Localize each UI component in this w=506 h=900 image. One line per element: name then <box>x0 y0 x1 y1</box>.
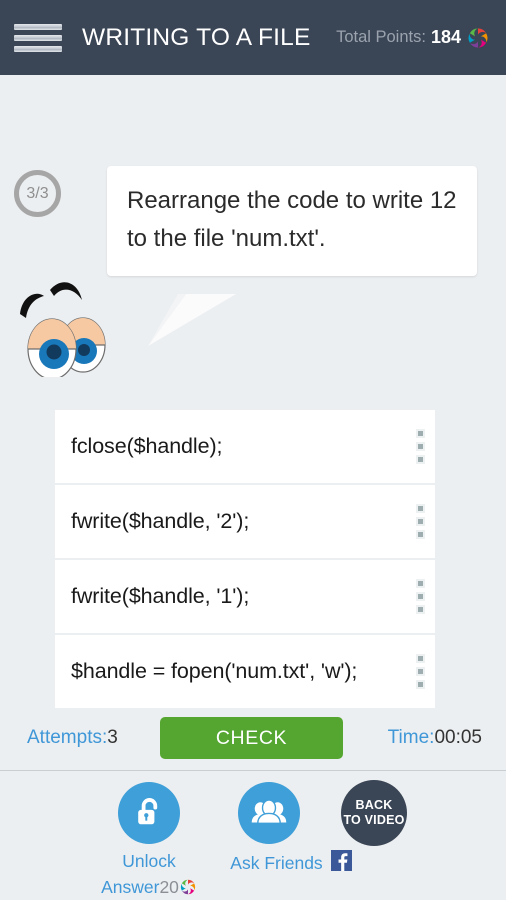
time-display: Time:00:05 <box>388 727 482 749</box>
time-value: 00:05 <box>434 727 482 748</box>
drag-handle-icon[interactable] <box>413 429 427 464</box>
progress-badge: 3/3 <box>14 170 61 217</box>
page-title: WRITING TO A FILE <box>82 23 311 51</box>
swirl-points-icon <box>179 878 197 896</box>
attempts-label: Attempts: <box>27 727 108 748</box>
drag-dot <box>415 605 425 614</box>
unlock-answer-label-line2-row: Answer 20 <box>101 874 196 900</box>
drag-handle-icon[interactable] <box>413 579 427 614</box>
bottom-action-bar: Unlock Answer 20 Ask Friends BACK TO VID… <box>0 771 506 900</box>
drag-dot <box>415 517 425 526</box>
question-bubble: Rearrange the code to write 12 to the fi… <box>107 166 477 276</box>
code-block-text: fclose($handle); <box>71 434 223 458</box>
code-block-row[interactable]: fclose($handle); <box>55 410 435 483</box>
drag-dot <box>415 429 425 438</box>
total-points-label: Total Points: <box>336 28 426 46</box>
hamburger-bar <box>14 23 62 30</box>
speech-bubble-tail <box>148 294 236 346</box>
unlock-answer-caption: Unlock Answer 20 <box>101 848 196 900</box>
drag-dot <box>415 579 425 588</box>
attempts-value: 3 <box>107 727 118 748</box>
question-text: Rearrange the code to write 12 to the fi… <box>127 187 457 252</box>
open-padlock-icon <box>138 798 158 825</box>
cartoon-eyes-mascot <box>20 282 106 377</box>
back-to-video-label-line1: BACK <box>355 798 393 812</box>
attempts-display: Attempts:3 <box>27 727 118 749</box>
drag-dot <box>415 530 425 539</box>
unlock-answer-label-line2: Answer <box>101 877 160 897</box>
drag-dot <box>415 442 425 451</box>
code-block-row[interactable]: fwrite($handle, '1'); <box>55 560 435 633</box>
people-group-icon <box>251 799 287 825</box>
code-block-row[interactable]: fwrite($handle, '2'); <box>55 485 435 558</box>
swirl-points-icon <box>466 26 490 50</box>
unlock-answer-label-line1: Unlock <box>122 851 176 871</box>
back-to-video-button[interactable]: BACK TO VIDEO <box>341 780 407 846</box>
drag-dot <box>415 455 425 464</box>
total-points-value: 184 <box>430 27 461 47</box>
drag-dot <box>415 592 425 601</box>
drag-dot <box>415 667 425 676</box>
code-block-row[interactable]: $handle = fopen('num.txt', 'w'); <box>55 635 435 708</box>
ask-friends-caption: Ask Friends <box>216 850 366 876</box>
unlock-answer-cost: 20 <box>159 877 179 897</box>
drag-handle-icon[interactable] <box>413 504 427 539</box>
hamburger-bar <box>14 34 62 41</box>
back-to-video-label-line2: TO VIDEO <box>343 813 405 827</box>
app-header: WRITING TO A FILE Total Points: 184 <box>0 0 506 75</box>
ask-friends-label: Ask Friends <box>230 852 323 873</box>
drag-dot <box>415 680 425 689</box>
ask-friends-action[interactable]: Ask Friends <box>230 782 352 873</box>
drag-handle-icon[interactable] <box>413 654 427 689</box>
unlock-answer-button[interactable] <box>118 782 180 844</box>
unlock-answer-action[interactable]: Unlock Answer 20 <box>101 782 196 900</box>
time-label: Time: <box>387 727 435 748</box>
facebook-icon[interactable] <box>330 850 352 876</box>
code-block-text: $handle = fopen('num.txt', 'w'); <box>71 659 358 683</box>
drag-dot <box>415 654 425 663</box>
hamburger-bar <box>14 45 62 52</box>
action-bar: Attempts:3 CHECK Time:00:05 <box>0 706 506 770</box>
code-blocks-list[interactable]: fclose($handle); fwrite($handle, '2'); f… <box>55 410 435 710</box>
check-button[interactable]: CHECK <box>160 717 343 759</box>
total-points-display: Total Points: 184 <box>336 26 492 50</box>
drag-dot <box>415 504 425 513</box>
code-block-text: fwrite($handle, '2'); <box>71 509 250 533</box>
back-to-video-action[interactable]: BACK TO VIDEO <box>341 780 407 846</box>
hamburger-menu-icon[interactable] <box>14 22 62 54</box>
code-block-text: fwrite($handle, '1'); <box>71 584 250 608</box>
ask-friends-button[interactable] <box>238 782 300 844</box>
